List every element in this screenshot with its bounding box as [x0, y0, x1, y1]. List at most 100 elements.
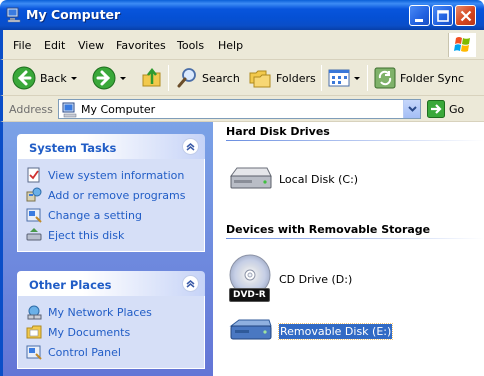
dvd-drive-icon: DVD-R	[227, 253, 273, 305]
back-dropdown-icon[interactable]	[70, 76, 77, 80]
back-label: Back	[40, 71, 67, 85]
task-view-system-information[interactable]: View system information	[18, 165, 204, 185]
minimize-button[interactable]	[409, 5, 430, 26]
chevron-down-icon	[408, 106, 417, 112]
task-label: Eject this disk	[48, 228, 125, 242]
place-control-panel[interactable]: Control Panel	[18, 342, 204, 362]
views-icon	[328, 69, 350, 87]
up-folder-icon	[142, 67, 161, 87]
forward-button[interactable]	[92, 64, 126, 92]
windows-logo	[448, 33, 476, 57]
eject-icon	[26, 228, 42, 241]
back-arrow-icon	[12, 66, 36, 90]
go-label: Go	[449, 102, 465, 116]
chevron-up-icon	[186, 143, 195, 151]
folder-sync-button[interactable]: Folder Sync	[374, 64, 464, 92]
control-panel-icon	[26, 208, 42, 223]
folders-icon	[249, 70, 271, 88]
item-cd-drive-d[interactable]: DVD-R CD Drive (D:)	[227, 253, 352, 305]
address-dropdown-button[interactable]	[403, 100, 420, 118]
address-bar: Address My Computer Go	[0, 96, 484, 122]
windows-flag-icon	[454, 37, 470, 52]
folders-label: Folders	[276, 71, 316, 85]
my-computer-icon	[6, 7, 21, 23]
collapse-other-places-button[interactable]	[182, 275, 199, 292]
folders-button[interactable]: Folders	[248, 64, 316, 92]
toolbar-separator	[168, 65, 169, 91]
system-tasks-panel: System Tasks View system information Add…	[17, 134, 205, 252]
item-local-disk-c[interactable]: Local Disk (C:)	[227, 164, 358, 194]
address-input[interactable]: My Computer	[58, 99, 421, 119]
group-divider	[226, 238, 484, 239]
search-button[interactable]: Search	[176, 64, 240, 92]
add-remove-programs-icon	[26, 187, 42, 202]
other-places-list: My Network Places My Documents Control P…	[17, 296, 205, 369]
other-places-header[interactable]: Other Places	[17, 271, 205, 296]
removable-disk-icon	[229, 319, 272, 340]
title-bar[interactable]: My Computer	[0, 0, 484, 30]
item-removable-disk-e[interactable]: Removable Disk (E:)	[227, 316, 394, 346]
menu-bar: File Edit View Favorites Tools Help	[0, 30, 484, 60]
item-label: Local Disk (C:)	[279, 172, 359, 186]
forward-arrow-icon	[92, 66, 116, 90]
group-divider	[226, 140, 484, 141]
standard-toolbar: Back Search Folders Folder Sync	[0, 60, 484, 96]
menu-view[interactable]: View	[78, 39, 104, 52]
task-label: Change a setting	[48, 208, 142, 222]
up-folder-button[interactable]	[141, 64, 163, 92]
views-dropdown-icon[interactable]	[354, 76, 360, 80]
place-my-documents[interactable]: My Documents	[18, 322, 204, 342]
task-eject-this-disk[interactable]: Eject this disk	[18, 225, 204, 245]
maximize-button[interactable]	[432, 5, 453, 26]
other-places-title: Other Places	[29, 278, 112, 292]
my-computer-small-icon	[62, 102, 77, 118]
task-change-a-setting[interactable]: Change a setting	[18, 205, 204, 225]
task-label: Add or remove programs	[48, 188, 186, 202]
place-my-network-places[interactable]: My Network Places	[18, 302, 204, 322]
place-label: My Network Places	[48, 305, 152, 319]
address-label: Address	[9, 103, 53, 116]
item-label-selected: Removable Disk (E:)	[277, 322, 394, 340]
maximize-icon	[437, 10, 449, 22]
control-panel-icon	[26, 345, 42, 360]
group-header-removable-storage: Devices with Removable Storage	[226, 223, 431, 236]
chevron-up-icon	[186, 280, 195, 288]
place-label: Control Panel	[48, 345, 121, 359]
my-documents-icon	[26, 325, 42, 339]
back-button[interactable]: Back	[12, 64, 77, 92]
menu-file[interactable]: File	[13, 39, 31, 52]
folder-sync-icon	[374, 67, 396, 89]
group-header-hard-disk-drives: Hard Disk Drives	[226, 125, 330, 138]
task-pane: System Tasks View system information Add…	[0, 122, 213, 376]
folder-sync-label: Folder Sync	[400, 71, 465, 85]
close-button[interactable]	[455, 5, 476, 26]
file-list-view: Hard Disk Drives Local Disk (C:) Devices…	[213, 122, 484, 376]
item-label: CD Drive (D:)	[279, 272, 353, 286]
system-tasks-title: System Tasks	[29, 141, 117, 155]
toolbar-separator	[321, 65, 322, 91]
search-icon	[177, 68, 196, 88]
task-add-remove-programs[interactable]: Add or remove programs	[18, 185, 204, 205]
menu-edit[interactable]: Edit	[44, 39, 65, 52]
toolbar-separator	[367, 65, 368, 91]
go-button[interactable]: Go	[427, 100, 464, 118]
forward-dropdown-icon[interactable]	[120, 76, 126, 80]
menu-tools[interactable]: Tools	[177, 39, 204, 52]
menu-help[interactable]: Help	[218, 39, 243, 52]
go-arrow-icon	[427, 100, 445, 118]
network-places-icon	[27, 305, 42, 320]
address-value: My Computer	[81, 103, 156, 116]
menu-favorites[interactable]: Favorites	[116, 39, 166, 52]
close-icon	[460, 10, 472, 22]
system-tasks-header[interactable]: System Tasks	[17, 134, 205, 159]
other-places-panel: Other Places My Network Places My Docume…	[17, 271, 205, 369]
place-label: My Documents	[48, 325, 131, 339]
task-label: View system information	[48, 168, 185, 182]
window-title: My Computer	[26, 7, 121, 22]
system-tasks-list: View system information Add or remove pr…	[17, 159, 205, 252]
search-label: Search	[202, 71, 240, 85]
views-button[interactable]	[328, 64, 360, 92]
minimize-icon	[415, 19, 423, 22]
collapse-system-tasks-button[interactable]	[182, 138, 199, 155]
system-info-icon	[27, 167, 40, 183]
